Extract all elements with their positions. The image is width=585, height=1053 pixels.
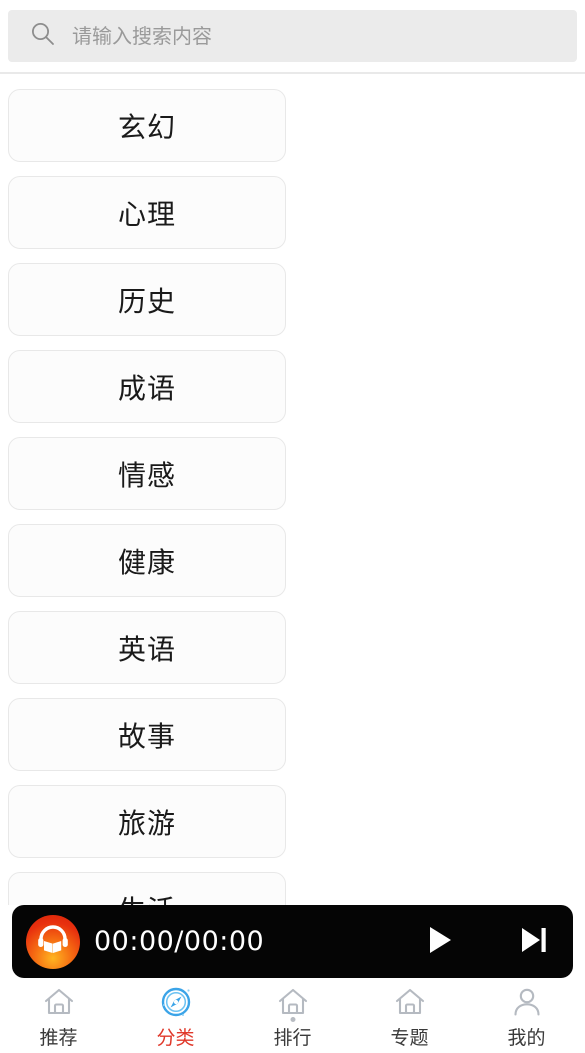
category-button[interactable]: 英语 [8,611,286,684]
mini-player[interactable]: 00:00/00:00 [12,905,573,978]
category-label: 历史 [117,284,176,318]
tab-专题[interactable]: 专题 [351,981,468,1053]
tab-排行[interactable]: 排行 [234,981,351,1053]
tab-我的[interactable]: 我的 [468,981,585,1053]
person-icon [510,985,544,1019]
search-header [0,0,585,74]
category-label: 旅游 [117,806,176,840]
category-button[interactable]: 健康 [8,524,286,597]
next-track-button[interactable] [515,922,551,961]
category-label: 情感 [117,458,176,492]
mini-player-container: 00:00/00:00 [0,905,585,981]
category-button[interactable]: 情感 [8,437,286,510]
tab-badge-dot [290,1017,295,1022]
search-bar[interactable] [8,10,577,62]
tab-label: 专题 [390,1026,429,1049]
category-label: 英语 [117,632,176,666]
category-label: 心理 [117,197,176,231]
tab-分类[interactable]: 分类 [117,981,234,1053]
category-button[interactable]: 故事 [8,698,286,771]
home-icon [276,985,310,1019]
category-label: 健康 [117,545,176,579]
search-icon [30,21,56,51]
category-section: 玄幻心理历史成语情感健康英语故事旅游生活诗歌言情都市 [0,74,585,905]
tab-label: 排行 [273,1026,312,1049]
category-button[interactable]: 玄幻 [8,89,286,162]
bottom-tab-bar: 推荐 分类 排行 专题 我的 [0,981,585,1053]
category-grid: 玄幻心理历史成语情感健康英语故事旅游生活诗歌言情都市 [8,89,577,905]
category-button[interactable]: 心理 [8,176,286,249]
compass-icon [159,985,193,1019]
tab-label: 我的 [507,1026,546,1049]
home-icon [393,985,427,1019]
book-headphones-icon [26,914,80,969]
category-button[interactable]: 旅游 [8,785,286,858]
home-icon [42,985,76,1019]
category-button[interactable]: 成语 [8,350,286,423]
tab-推荐[interactable]: 推荐 [0,981,117,1053]
search-input[interactable] [72,10,555,62]
next-track-icon [515,922,551,961]
category-label: 故事 [117,719,176,753]
play-icon [419,920,459,963]
category-label: 成语 [117,371,176,405]
tab-label: 分类 [156,1026,195,1049]
play-button[interactable] [419,920,459,963]
player-time: 00:00/00:00 [94,926,265,957]
category-button[interactable]: 生活 [8,872,286,905]
tab-label: 推荐 [39,1026,78,1049]
category-label: 生活 [118,889,176,906]
category-button[interactable]: 历史 [8,263,286,336]
category-label: 玄幻 [117,110,176,144]
app-root: 玄幻心理历史成语情感健康英语故事旅游生活诗歌言情都市 00:00/00:00 [0,0,585,1053]
